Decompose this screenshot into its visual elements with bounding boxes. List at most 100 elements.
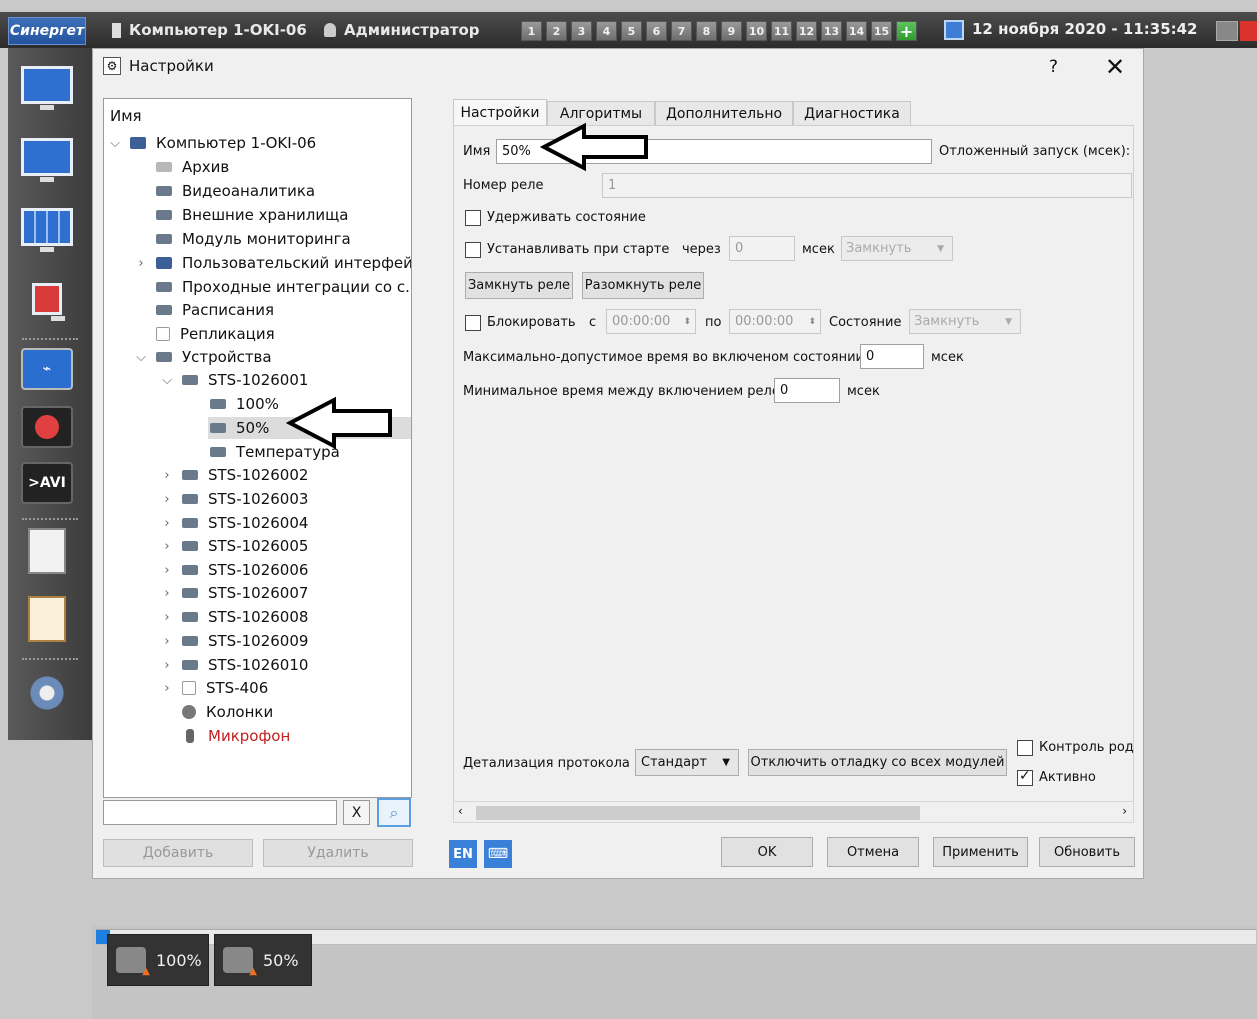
tree-item-integrations[interactable]: Проходные интеграции со с... bbox=[134, 276, 411, 298]
screen-button-5[interactable]: 5 bbox=[621, 21, 642, 41]
monitor-grid-button[interactable] bbox=[18, 204, 76, 252]
avi-export-button[interactable]: >AVI bbox=[18, 460, 76, 506]
max-on-time-field[interactable]: 0 bbox=[860, 344, 924, 369]
add-button[interactable]: Добавить bbox=[103, 839, 253, 867]
protocol-select[interactable]: Стандарт ▼ bbox=[635, 749, 739, 776]
control-checkbox[interactable] bbox=[1017, 740, 1033, 756]
hold-state-checkbox[interactable] bbox=[465, 210, 481, 226]
screen-button-9[interactable]: 9 bbox=[721, 21, 742, 41]
open-relay-button[interactable]: Разомкнуть реле bbox=[582, 272, 704, 299]
tree-item-video-analytics[interactable]: Видеоаналитика bbox=[134, 180, 315, 202]
log-button[interactable] bbox=[18, 528, 76, 574]
refresh-button[interactable]: Обновить bbox=[1039, 837, 1135, 867]
screen-button-6[interactable]: 6 bbox=[646, 21, 667, 41]
tree-item-external-storage[interactable]: Внешние хранилища bbox=[134, 204, 348, 226]
tree-item-sts-1026004[interactable]: › STS-1026004 bbox=[160, 512, 308, 534]
ok-button[interactable]: OK bbox=[721, 837, 813, 867]
disable-debug-button[interactable]: Отключить отладку со всех модулей bbox=[748, 749, 1007, 776]
tree-item-sts-1026009[interactable]: › STS-1026009 bbox=[160, 630, 308, 652]
expander-icon[interactable]: ⌵ bbox=[160, 373, 174, 388]
expander-icon[interactable]: › bbox=[160, 516, 174, 531]
tab-diagnostics[interactable]: Диагностика bbox=[793, 101, 911, 126]
expander-icon[interactable]: ⌵ bbox=[108, 136, 122, 151]
screen-button-10[interactable]: 10 bbox=[746, 21, 767, 41]
tree-item-microphone[interactable]: Микрофон bbox=[182, 725, 290, 747]
user-indicator[interactable]: Администратор bbox=[324, 21, 480, 39]
expander-icon[interactable]: › bbox=[160, 586, 174, 601]
apply-button[interactable]: Применить bbox=[933, 837, 1028, 867]
screen-button-14[interactable]: 14 bbox=[846, 21, 867, 41]
active-checkbox[interactable] bbox=[1017, 768, 1033, 786]
block-checkbox[interactable] bbox=[465, 315, 481, 331]
screen-button-8[interactable]: 8 bbox=[696, 21, 717, 41]
close-dialog-button[interactable]: ✕ bbox=[1105, 53, 1125, 81]
report-button[interactable] bbox=[18, 596, 76, 642]
tree-item-sts-406[interactable]: › STS-406 bbox=[160, 677, 268, 699]
tree-item-schedules[interactable]: Расписания bbox=[134, 299, 274, 321]
screen-button-15[interactable]: 15 bbox=[871, 21, 892, 41]
add-screen-button[interactable]: + bbox=[896, 21, 917, 41]
tree-item-sts-1026007[interactable]: › STS-1026007 bbox=[160, 582, 308, 604]
delete-button[interactable]: Удалить bbox=[263, 839, 413, 867]
expander-icon[interactable]: › bbox=[134, 256, 148, 271]
scrollbar-thumb[interactable] bbox=[476, 806, 920, 820]
scroll-right-icon[interactable]: › bbox=[1122, 804, 1127, 818]
monitor-close-button[interactable] bbox=[18, 276, 76, 322]
close-app-button[interactable] bbox=[1240, 21, 1257, 41]
expander-icon[interactable]: › bbox=[160, 468, 174, 483]
screen-button-3[interactable]: 3 bbox=[571, 21, 592, 41]
expander-icon[interactable]: › bbox=[160, 658, 174, 673]
tab-additional[interactable]: Дополнительно bbox=[655, 101, 793, 126]
help-button[interactable]: ? bbox=[1049, 57, 1058, 77]
tree-item-monitoring[interactable]: Модуль мониторинга bbox=[134, 228, 351, 250]
expander-icon[interactable]: › bbox=[160, 492, 174, 507]
tree-item-computer[interactable]: ⌵ Компьютер 1-OKI-06 bbox=[108, 132, 316, 154]
expander-icon[interactable]: › bbox=[160, 634, 174, 649]
min-between-field[interactable]: 0 bbox=[774, 378, 840, 403]
settings-button[interactable] bbox=[18, 670, 76, 716]
screen-button-4[interactable]: 4 bbox=[596, 21, 617, 41]
brand-logo[interactable]: Синергет bbox=[8, 17, 86, 45]
tree-item-speakers[interactable]: Колонки bbox=[182, 701, 273, 723]
tree-item-relay-100[interactable]: 100% bbox=[210, 393, 279, 415]
tree-item-sts-1026002[interactable]: › STS-1026002 bbox=[160, 464, 308, 486]
screen-button-7[interactable]: 7 bbox=[671, 21, 692, 41]
screen-button-11[interactable]: 11 bbox=[771, 21, 792, 41]
tree-item-sts-1026010[interactable]: › STS-1026010 bbox=[160, 654, 308, 676]
set-on-start-checkbox[interactable] bbox=[465, 242, 481, 258]
monitor-arrow-button[interactable] bbox=[18, 62, 76, 110]
monitor-single-button[interactable] bbox=[18, 134, 76, 182]
screen-button-12[interactable]: 12 bbox=[796, 21, 817, 41]
expander-icon[interactable]: › bbox=[160, 610, 174, 625]
keyboard-icon[interactable]: ⌨ bbox=[484, 840, 512, 868]
tree-item-devices[interactable]: ⌵ Устройства bbox=[134, 346, 272, 368]
expander-icon[interactable]: › bbox=[160, 539, 174, 554]
playback-button[interactable] bbox=[18, 404, 76, 450]
minimize-button[interactable] bbox=[1216, 21, 1238, 41]
expander-icon[interactable]: › bbox=[160, 563, 174, 578]
horizontal-scrollbar[interactable]: ‹ › bbox=[453, 801, 1134, 823]
search-icon[interactable]: ⌕ bbox=[377, 798, 411, 827]
search-clear-button[interactable]: X bbox=[343, 800, 370, 825]
tree-item-sts-1026005[interactable]: › STS-1026005 bbox=[160, 535, 308, 557]
language-badge[interactable]: EN bbox=[449, 840, 477, 868]
tree-item-sts-1026006[interactable]: › STS-1026006 bbox=[160, 559, 308, 581]
scroll-left-icon[interactable]: ‹ bbox=[458, 804, 463, 818]
tree-item-sts-1026003[interactable]: › STS-1026003 bbox=[160, 488, 308, 510]
expander-icon[interactable]: › bbox=[160, 681, 174, 696]
camera-tile-100[interactable]: 100% bbox=[107, 934, 209, 986]
tree-item-user-interface[interactable]: › Пользовательский интерфейс bbox=[134, 252, 411, 274]
screen-button-1[interactable]: 1 bbox=[521, 21, 542, 41]
camera-button[interactable]: ⌁ bbox=[18, 346, 76, 392]
screen-button-2[interactable]: 2 bbox=[546, 21, 567, 41]
tree-item-sts-1026008[interactable]: › STS-1026008 bbox=[160, 606, 308, 628]
cancel-button[interactable]: Отмена bbox=[827, 837, 919, 867]
tree-item-sts-1026001[interactable]: ⌵ STS-1026001 bbox=[160, 369, 308, 391]
computer-indicator[interactable]: Компьютер 1-OKI-06 bbox=[112, 21, 307, 39]
screen-button-13[interactable]: 13 bbox=[821, 21, 842, 41]
tab-settings[interactable]: Настройки bbox=[453, 99, 547, 126]
tree-search-input[interactable] bbox=[103, 800, 337, 825]
expander-icon[interactable]: ⌵ bbox=[134, 350, 148, 365]
tree-item-archive[interactable]: Архив bbox=[134, 156, 229, 178]
tree-item-replication[interactable]: Репликация bbox=[134, 323, 275, 345]
